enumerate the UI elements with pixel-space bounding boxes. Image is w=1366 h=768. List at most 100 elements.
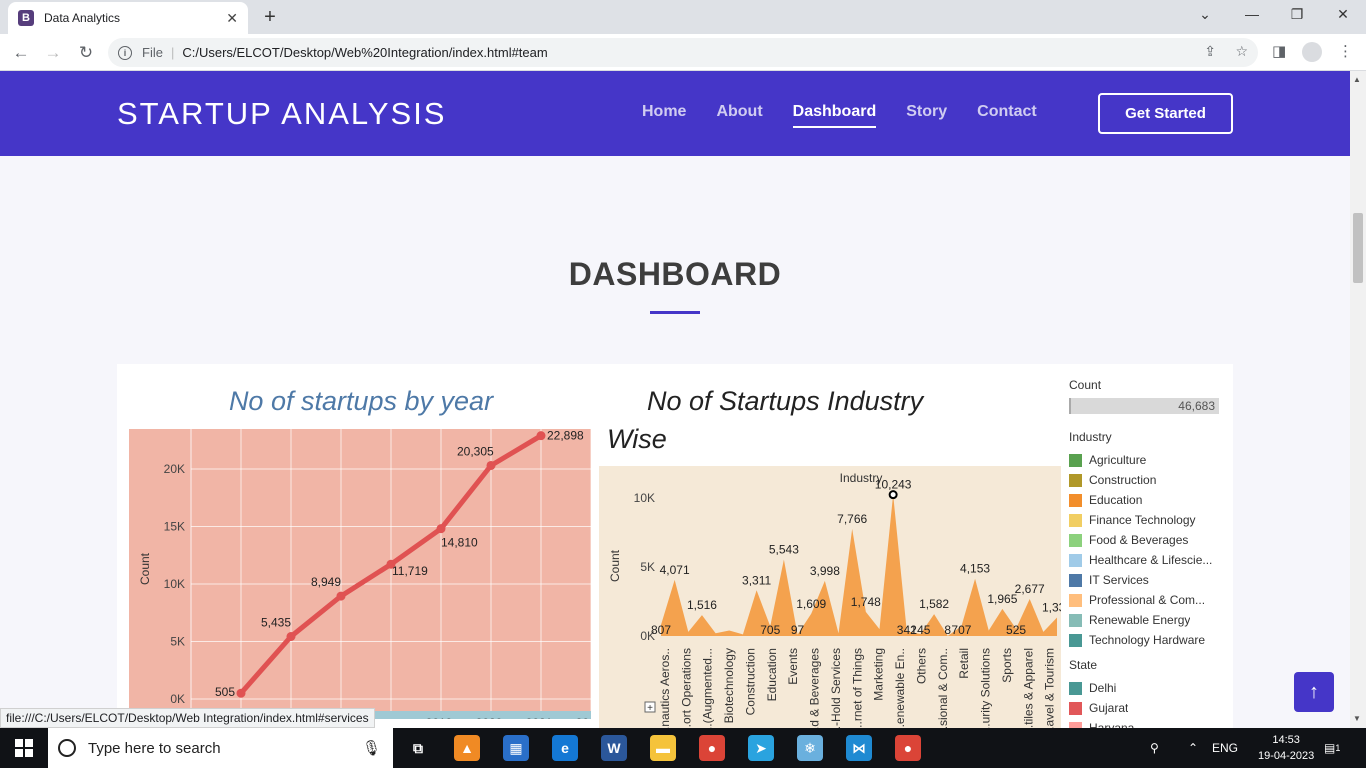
nav-home[interactable]: Home: [642, 103, 686, 128]
legend-label: Haryana: [1089, 721, 1135, 728]
x-category-label: ...enewable En..: [893, 648, 907, 728]
industry-legend-item[interactable]: Professional & Com...: [1069, 590, 1229, 610]
data-label: 1,516: [687, 598, 717, 612]
x-tick-label: 2022: [576, 716, 591, 719]
cortana-circle-icon: [58, 739, 76, 757]
browser-toolbar: ← → ↻ i File | C:/Users/ELCOT/Desktop/We…: [0, 34, 1366, 71]
y-tick-label: 0K: [170, 692, 185, 706]
count-legend-label: Count: [1069, 378, 1102, 392]
x-category-label: Construction: [743, 648, 757, 715]
people-icon[interactable]: ⚲: [1150, 728, 1159, 768]
x-tick-label: 2019: [426, 716, 453, 719]
legend-panel: Count 46,683 Industry Agriculture Constru…: [1069, 378, 1229, 728]
nav-dashboard[interactable]: Dashboard: [792, 103, 877, 128]
store-icon[interactable]: ▦: [503, 735, 529, 761]
state-legend-item[interactable]: Gujarat: [1069, 698, 1229, 718]
side-panel-icon[interactable]: ◨: [1272, 42, 1286, 60]
site-info-icon[interactable]: i: [118, 45, 132, 60]
site-header: STARTUP ANALYSIS Home About Dashboard St…: [0, 71, 1350, 156]
legend-swatch: [1069, 533, 1082, 547]
taskbar-search[interactable]: Type here to search 🎙: [48, 728, 393, 768]
industry-legend-item[interactable]: Food & Beverages: [1069, 530, 1229, 550]
microphone-icon[interactable]: 🎙: [362, 739, 381, 757]
scroll-down-arrow-icon[interactable]: ▼: [1353, 714, 1361, 723]
browser-tab[interactable]: B Data Analytics ✕: [8, 2, 248, 34]
industry-legend-item[interactable]: Agriculture: [1069, 450, 1229, 470]
window-close-button[interactable]: ✕: [1328, 6, 1358, 23]
x-category-label: ...tiles & Apparel: [1021, 648, 1035, 728]
chrome-active-icon[interactable]: ●: [895, 735, 921, 761]
x-category-label: Events: [786, 648, 800, 685]
data-label: 3,311: [742, 573, 771, 587]
industry-legend-item[interactable]: IT Services: [1069, 570, 1229, 590]
start-button[interactable]: [0, 728, 48, 768]
get-started-button[interactable]: Get Started: [1098, 93, 1233, 134]
legend-label: IT Services: [1089, 573, 1149, 587]
new-tab-button[interactable]: +: [258, 6, 282, 28]
tray-chevron-up-icon[interactable]: ⌃: [1188, 728, 1198, 768]
action-center-icon[interactable]: ▤ 1: [1324, 728, 1340, 768]
industry-legend-item[interactable]: Education: [1069, 490, 1229, 510]
window-minimize-button[interactable]: —: [1237, 6, 1267, 22]
bookmark-star-icon[interactable]: ☆: [1235, 43, 1248, 59]
system-clock[interactable]: 14:53 19-04-2023: [1258, 732, 1314, 764]
profile-avatar-icon[interactable]: [1302, 42, 1322, 62]
x-category-label: Marketing: [872, 648, 886, 701]
legend-swatch: [1069, 633, 1082, 647]
state-legend-item[interactable]: Haryana: [1069, 718, 1229, 728]
industry-legend-item[interactable]: Construction: [1069, 470, 1229, 490]
window-restore-button[interactable]: ❐: [1282, 6, 1312, 23]
edge-icon[interactable]: e: [552, 735, 578, 761]
section-title-underline: [650, 311, 700, 314]
vlc-icon[interactable]: ▲: [454, 735, 480, 761]
scroll-up-arrow-icon[interactable]: ▲: [1353, 75, 1361, 84]
industry-legend-item[interactable]: Renewable Energy: [1069, 610, 1229, 630]
windows-logo-icon: [15, 739, 33, 757]
chrome-icon[interactable]: ●: [699, 735, 725, 761]
back-to-top-button[interactable]: ↑: [1294, 672, 1334, 712]
reload-button[interactable]: ↻: [73, 40, 99, 66]
vscode-icon[interactable]: ⋈: [846, 735, 872, 761]
industry-legend-item[interactable]: Technology Hardware: [1069, 630, 1229, 650]
y-tick-label: 20K: [164, 462, 185, 476]
link-status-bar: file:///C:/Users/ELCOT/Desktop/Web Integ…: [0, 708, 375, 728]
language-indicator[interactable]: ENG: [1212, 728, 1238, 768]
snowflake-icon[interactable]: ❄: [797, 735, 823, 761]
industry-legend-item[interactable]: Healthcare & Lifescie...: [1069, 550, 1229, 570]
close-tab-icon[interactable]: ✕: [226, 10, 238, 27]
scrollbar-thumb[interactable]: [1353, 213, 1363, 283]
explorer-icon[interactable]: ▬: [650, 735, 676, 761]
url-text[interactable]: C:/Users/ELCOT/Desktop/Web%20Integration…: [182, 45, 547, 60]
menu-kebab-icon[interactable]: ⋮: [1338, 42, 1353, 60]
legend-label: Education: [1089, 493, 1143, 507]
startups-by-year-line-chart[interactable]: 0K 5K 10K 15K 20K Count 505 5,435 8,949 11,719 14,…: [129, 429, 591, 719]
data-label: 807: [651, 623, 671, 637]
legend-label: Agriculture: [1089, 453, 1147, 467]
x-category-label: ...urity Solutions: [979, 648, 993, 728]
word-icon[interactable]: W: [601, 735, 627, 761]
data-label: 705: [760, 623, 780, 637]
nav-contact[interactable]: Contact: [977, 103, 1037, 128]
address-bar[interactable]: i File | C:/Users/ELCOT/Desktop/Web%20In…: [108, 38, 1258, 67]
nav-about[interactable]: About: [716, 103, 762, 128]
forward-button[interactable]: →: [40, 40, 66, 66]
site-logo[interactable]: STARTUP ANALYSIS: [117, 96, 446, 132]
share-icon[interactable]: ⇪: [1204, 43, 1216, 59]
industry-legend-label: Industry: [1069, 430, 1112, 444]
legend-swatch: [1069, 553, 1082, 567]
tab-search-chevron-icon[interactable]: ⌄: [1190, 6, 1220, 23]
data-label: 8,949: [311, 575, 341, 589]
page-scrollbar[interactable]: ▲ ▼: [1350, 71, 1366, 728]
address-separator: |: [170, 45, 175, 60]
legend-swatch: [1069, 573, 1082, 587]
nav-story[interactable]: Story: [906, 103, 947, 128]
industry-legend-item[interactable]: Finance Technology: [1069, 510, 1229, 530]
main-nav: Home About Dashboard Story Contact: [642, 103, 1067, 128]
telegram-icon[interactable]: ➤: [748, 735, 774, 761]
startups-industry-area-chart[interactable]: Industry0K5K10KCount8074,0711,5163,31170…: [599, 466, 1061, 728]
back-button[interactable]: ←: [8, 40, 34, 66]
task-view-icon[interactable]: ⧉: [405, 735, 431, 761]
state-legend-item[interactable]: Delhi: [1069, 678, 1229, 698]
tab-title: Data Analytics: [44, 11, 121, 25]
data-label: 22,898: [547, 429, 584, 443]
